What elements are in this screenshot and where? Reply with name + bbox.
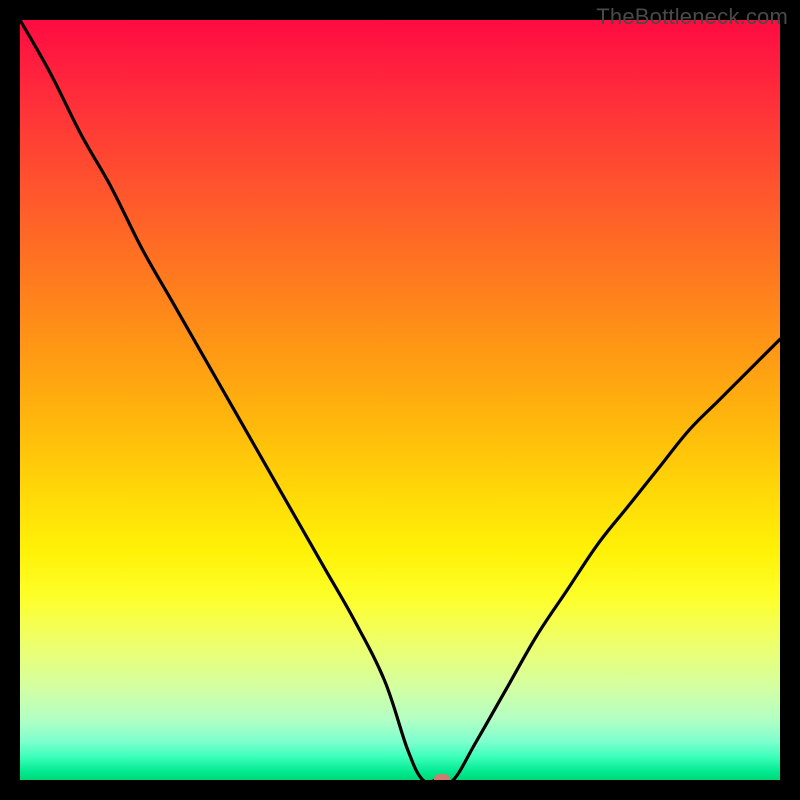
- plot-area: [20, 20, 780, 780]
- chart-frame: TheBottleneck.com: [0, 0, 800, 800]
- watermark-text: TheBottleneck.com: [596, 4, 788, 30]
- bottleneck-curve: [20, 20, 780, 780]
- optimum-marker: [434, 774, 450, 780]
